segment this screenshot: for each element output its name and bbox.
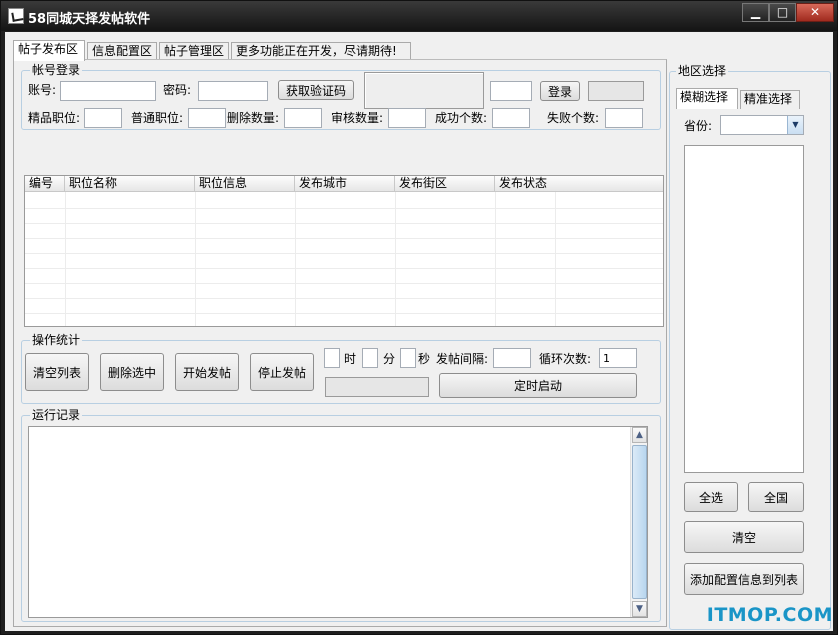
timer-start-button[interactable]: 定时启动 <box>439 373 637 398</box>
review-count-input[interactable] <box>388 108 426 128</box>
captcha-input[interactable] <box>490 81 532 101</box>
grid-line <box>395 192 396 326</box>
grid-line <box>25 313 663 314</box>
hour-label: 时 <box>344 352 357 366</box>
log-textarea[interactable]: ▲ ▼ <box>28 426 648 618</box>
hour-input[interactable] <box>324 348 340 368</box>
password-label: 密码: <box>163 83 192 97</box>
col-header-id[interactable]: 编号 <box>25 176 65 192</box>
grid-line <box>65 192 66 326</box>
col-header-job-info[interactable]: 职位信息 <box>195 176 295 192</box>
success-count-label: 成功个数: <box>435 111 488 125</box>
region-group-label: 地区选择 <box>676 64 729 78</box>
stop-post-button[interactable]: 停止发帖 <box>250 353 314 391</box>
tab-exact-select[interactable]: 精准选择 <box>740 90 800 109</box>
premium-input[interactable] <box>84 108 122 128</box>
success-count-input[interactable] <box>492 108 530 128</box>
post-area-panel: 帐号登录 账号: 密码: 获取验证码 登录 精品职位: 普通职位: 删除数量: … <box>13 59 667 627</box>
chevron-down-icon[interactable]: ▼ <box>787 116 803 134</box>
app-window: 58同城天择发帖软件 ▁ □ ✕ 帖子发布区 信息配置区 帖子管理区 更多功能正… <box>0 0 838 635</box>
select-all-button[interactable]: 全选 <box>684 482 738 512</box>
second-label: 秒 <box>418 352 431 366</box>
loop-count-input[interactable] <box>599 348 637 368</box>
minute-label: 分 <box>383 352 396 366</box>
province-label: 省份: <box>684 119 713 133</box>
premium-label: 精品职位: <box>28 111 81 125</box>
ops-group-label: 操作统计 <box>30 333 83 347</box>
review-count-label: 审核数量: <box>331 111 384 125</box>
get-captcha-button[interactable]: 获取验证码 <box>278 80 354 100</box>
window-title: 58同城天择发帖软件 <box>28 12 151 27</box>
grid-line <box>25 298 663 299</box>
interval-label: 发帖间隔: <box>436 352 489 366</box>
login-group-label: 帐号登录 <box>30 63 83 77</box>
scroll-up-icon[interactable]: ▲ <box>632 427 647 443</box>
province-select[interactable]: ▼ <box>720 115 804 135</box>
minimize-button[interactable]: ▁ <box>742 3 769 22</box>
tab-fuzzy-select[interactable]: 模糊选择 <box>676 88 738 109</box>
grid-line <box>495 192 496 326</box>
second-input[interactable] <box>400 348 416 368</box>
nationwide-button[interactable]: 全国 <box>748 482 804 512</box>
grid-line <box>25 268 663 269</box>
login-group: 帐号登录 账号: 密码: 获取验证码 登录 精品职位: 普通职位: 删除数量: … <box>21 63 661 130</box>
log-group: 运行记录 ▲ ▼ <box>21 408 661 622</box>
table-header: 编号 职位名称 职位信息 发布城市 发布街区 发布状态 <box>25 176 663 192</box>
start-post-button[interactable]: 开始发帖 <box>175 353 239 391</box>
grid-line <box>295 192 296 326</box>
col-header-job-name[interactable]: 职位名称 <box>65 176 195 192</box>
col-header-city[interactable]: 发布城市 <box>295 176 395 192</box>
grid-line <box>25 238 663 239</box>
col-header-status[interactable]: 发布状态 <box>495 176 555 192</box>
title-bar: 58同城天择发帖软件 ▁ □ ✕ <box>1 1 837 31</box>
grid-line <box>25 223 663 224</box>
login-status-box <box>588 81 644 101</box>
account-label: 账号: <box>28 83 57 97</box>
account-input[interactable] <box>60 81 156 101</box>
log-group-label: 运行记录 <box>30 408 83 422</box>
log-scrollbar[interactable]: ▲ ▼ <box>630 427 647 617</box>
add-config-button[interactable]: 添加配置信息到列表 <box>684 563 804 595</box>
clear-list-button[interactable]: 清空列表 <box>25 353 89 391</box>
clear-region-button[interactable]: 清空 <box>684 521 804 553</box>
password-input[interactable] <box>198 81 268 101</box>
timer-status-box <box>325 377 429 397</box>
login-button[interactable]: 登录 <box>540 81 580 101</box>
grid-line <box>25 253 663 254</box>
delete-count-label: 删除数量: <box>227 111 280 125</box>
close-button[interactable]: ✕ <box>796 3 834 22</box>
post-list-table[interactable]: 编号 职位名称 职位信息 发布城市 发布街区 发布状态 <box>24 175 664 327</box>
grid-line <box>25 283 663 284</box>
ops-group: 操作统计 清空列表 删除选中 开始发帖 停止发帖 时 分 秒 发帖间隔: 循环次… <box>21 333 661 404</box>
grid-line <box>25 208 663 209</box>
grid-line <box>195 192 196 326</box>
scroll-thumb[interactable] <box>632 445 647 599</box>
col-header-district[interactable]: 发布街区 <box>395 176 495 192</box>
loop-count-label: 循环次数: <box>539 352 592 366</box>
normal-label: 普通职位: <box>131 111 184 125</box>
city-listbox[interactable] <box>684 145 804 473</box>
minute-input[interactable] <box>362 348 378 368</box>
interval-input[interactable] <box>493 348 531 368</box>
client-area: 帖子发布区 信息配置区 帖子管理区 更多功能正在开发，尽请期待! 帐号登录 账号… <box>5 32 833 631</box>
watermark: ITMOP.COM <box>706 604 833 626</box>
scroll-down-icon[interactable]: ▼ <box>632 601 647 617</box>
tab-post-area[interactable]: 帖子发布区 <box>13 40 85 61</box>
region-group: 地区选择 模糊选择 精准选择 省份: ▼ 全选 全国 清空 添加配置信息到列表 <box>669 64 831 630</box>
delete-selected-button[interactable]: 删除选中 <box>100 353 164 391</box>
normal-input[interactable] <box>188 108 226 128</box>
fail-count-input[interactable] <box>605 108 643 128</box>
maximize-button[interactable]: □ <box>769 3 796 22</box>
delete-count-input[interactable] <box>284 108 322 128</box>
fail-count-label: 失败个数: <box>547 111 600 125</box>
captcha-image <box>364 72 484 109</box>
grid-line <box>555 192 556 326</box>
app-icon <box>8 8 24 24</box>
